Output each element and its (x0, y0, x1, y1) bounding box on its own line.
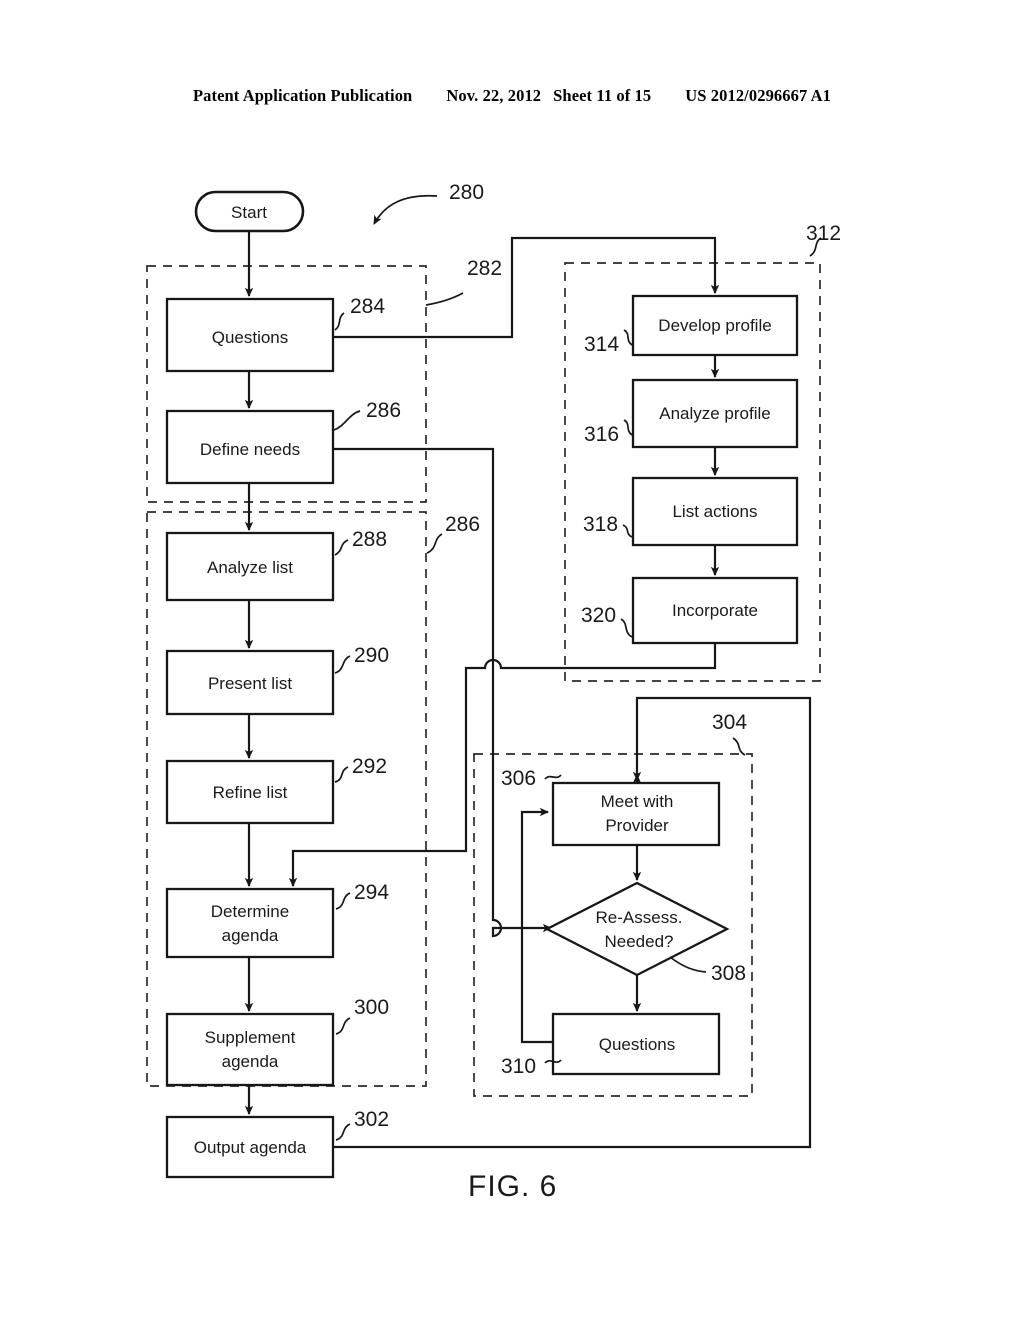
figure-caption: FIG. 6 (468, 1170, 557, 1203)
leader-318 (622, 524, 633, 538)
node-determine-agenda (165, 887, 335, 959)
ref-314: 314 (584, 333, 619, 356)
node-analyze-profile-label: Analyze profile (659, 404, 771, 423)
node-questions-1-label: Questions (212, 328, 289, 347)
leader-308 (669, 956, 707, 973)
node-refine-list-label: Refine list (213, 783, 288, 802)
leader-292 (334, 766, 349, 783)
node-supplement-agenda-label-line2: agenda (222, 1052, 279, 1071)
leader-294 (335, 892, 351, 910)
ref-316: 316 (584, 423, 619, 446)
leader-286-group (426, 533, 443, 554)
node-meet-with-provider-label-line2: Provider (605, 816, 669, 835)
ref-284: 284 (350, 295, 385, 318)
ref-282: 282 (467, 257, 502, 280)
node-analyze-list-label: Analyze list (207, 558, 293, 577)
ref-306: 306 (501, 767, 536, 790)
node-supplement-agenda-label-line1: Supplement (205, 1028, 296, 1047)
ref-286-define: 286 (366, 399, 401, 422)
ref-286-group: 286 (445, 513, 480, 536)
leader-304 (732, 737, 746, 756)
leader-290 (334, 655, 351, 674)
figure-6-flowchart: Start Questions Define needs Analyze lis… (0, 0, 1024, 1320)
ref-280: 280 (449, 181, 484, 204)
ref-318: 318 (583, 513, 618, 536)
node-develop-profile-label: Develop profile (658, 316, 771, 335)
node-start-label: Start (231, 203, 267, 222)
ref-294: 294 (354, 881, 389, 904)
ref-304: 304 (712, 711, 747, 734)
node-reassess-needed (544, 881, 730, 977)
node-reassess-needed-label-line1: Re-Assess. (596, 908, 683, 927)
leader-320 (620, 618, 633, 638)
flowchart-canvas: Start Questions Define needs Analyze lis… (146, 181, 841, 1203)
ref-288: 288 (352, 528, 387, 551)
leader-280 (373, 194, 438, 225)
ref-292: 292 (352, 755, 387, 778)
node-incorporate-label: Incorporate (672, 601, 758, 620)
ref-312: 312 (806, 222, 841, 245)
leader-316 (623, 419, 633, 436)
node-supplement-agenda (165, 1012, 335, 1087)
node-determine-agenda-label-line1: Determine (211, 902, 289, 921)
ref-308: 308 (711, 962, 746, 985)
ref-320: 320 (581, 604, 616, 627)
node-meet-with-provider-label-line1: Meet with (601, 792, 674, 811)
ref-310: 310 (501, 1055, 536, 1078)
ref-290: 290 (354, 644, 389, 667)
leader-302 (335, 1123, 351, 1141)
leader-284 (334, 312, 345, 331)
leader-314 (623, 329, 633, 346)
node-present-list-label: Present list (208, 674, 292, 693)
leader-282 (425, 292, 464, 306)
node-define-needs-label: Define needs (200, 440, 300, 459)
node-list-actions-label: List actions (672, 502, 757, 521)
leader-300 (335, 1017, 351, 1035)
node-determine-agenda-label-line2: agenda (222, 926, 279, 945)
ref-302: 302 (354, 1108, 389, 1131)
leader-306 (544, 774, 562, 780)
node-reassess-needed-label-line2: Needed? (604, 932, 673, 951)
leader-286-define (333, 410, 361, 431)
connector-define-needs-to-reassess (333, 447, 553, 938)
ref-300: 300 (354, 996, 389, 1019)
node-output-agenda-label: Output agenda (194, 1138, 307, 1157)
node-questions-2-label: Questions (599, 1035, 676, 1054)
leader-288 (334, 539, 349, 556)
